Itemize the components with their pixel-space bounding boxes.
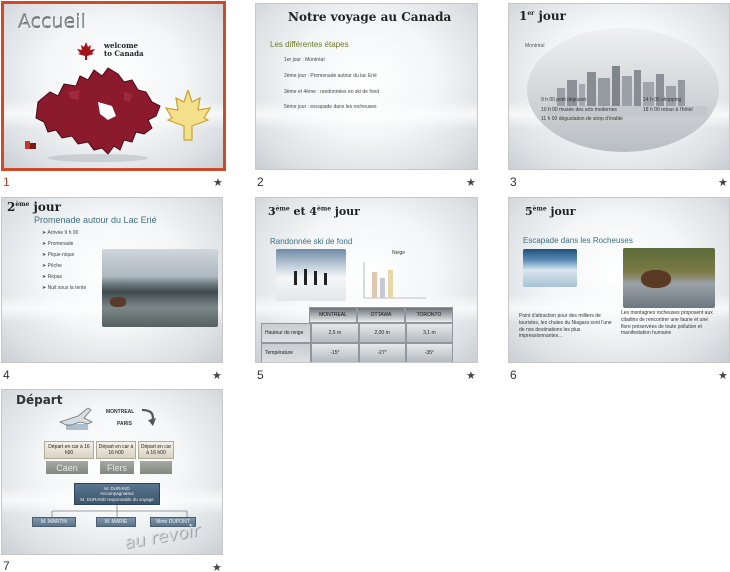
- snow-table: MONTREAL OTTAWA TORONTO Hauteur de neige…: [261, 307, 453, 362]
- slide-7-departure-box: Départ en car à 16 h00: [44, 441, 94, 459]
- bear-photo: [623, 248, 715, 308]
- canada-map-image: [35, 67, 161, 162]
- slide-2-title: Notre voyage au Canada: [288, 10, 452, 24]
- slide-thumbnail-7[interactable]: Départ MONTREAL PARIS Départ en car à 16…: [1, 389, 223, 555]
- table-row: Hauteur de neige 2,5 m 2,00 m 3,1 m: [261, 323, 453, 343]
- slide-7-route-from: MONTREAL: [106, 409, 135, 415]
- slide-2-bullet: 5ème jour : escapade dans les rocheuses: [284, 104, 377, 110]
- table-cell: 2,5 m: [311, 323, 359, 343]
- curved-arrow-icon: [141, 408, 156, 426]
- slide-7-route-to: PARIS: [117, 421, 132, 427]
- table-cell: Température: [261, 343, 312, 362]
- slide-3-title-rest: jour: [534, 9, 566, 23]
- slide-4-bullet: ➤ Repas: [42, 274, 63, 280]
- slide-sorter: Accueil welcome to Canada 1 ★ Notre voya…: [0, 0, 730, 572]
- slide-4-bullet: ➤ Pêche: [42, 263, 62, 269]
- slide-number-6: 6: [510, 368, 517, 382]
- table-header-cell: OTTAWA: [357, 307, 405, 323]
- slide-number-2: 2: [257, 175, 264, 189]
- slide-transition-star-icon[interactable]: ★: [718, 176, 728, 189]
- ski-photo: [276, 249, 346, 301]
- slide-7-manager-box: M. DURAND Accompagnateur M. DURAND respo…: [74, 483, 160, 505]
- slide-thumbnail-3[interactable]: 1er jour Montréal 9 h 00 petit déjeuner: [508, 3, 730, 170]
- lake-erie-photo: [102, 249, 218, 327]
- slide-thumbnail-4[interactable]: 2ème jour Promenade autour du Lac Erié ➤…: [1, 197, 223, 363]
- slide-3-schedule-item: 9 h 00 petit déjeuner: [541, 97, 587, 103]
- slide-4-bullet: ➤ Promenade: [42, 241, 74, 247]
- slide-7-departure-box: Départ en car à 16 h00: [138, 441, 174, 459]
- slide-transition-star-icon[interactable]: ★: [466, 176, 476, 189]
- niagara-falls-photo: [523, 249, 577, 287]
- montreal-skyline-image: [527, 28, 719, 152]
- slide-transition-star-icon[interactable]: ★: [466, 369, 476, 382]
- flag-icon: [25, 141, 36, 149]
- slide-4-bullet: ➤ Nuit sous la tente: [42, 285, 87, 291]
- slide-2-subtitle: Les différentes étapes: [270, 40, 349, 49]
- slide-1-title: Accueil: [18, 11, 86, 33]
- slide-5-title: 3ème et 4ème jour: [268, 205, 360, 218]
- slide-1-welcome: welcome to Canada: [104, 41, 144, 58]
- slide-4-bullet: ➤ Pique-nique: [42, 252, 75, 258]
- maple-leaf-icon: [77, 42, 95, 60]
- slide-2-bullet: 3ème et 4ème : randonnées en ski de fond: [284, 89, 380, 95]
- table-header-cell: MONTREAL: [309, 307, 357, 323]
- slide-4-subtitle: Promenade autour du Lac Erié: [34, 215, 157, 225]
- slide-7-city: Flers: [100, 461, 134, 474]
- slide-number-7: 7: [3, 559, 10, 572]
- slide-2-bullet: 1er jour : Montréal: [284, 57, 325, 63]
- slide-thumbnail-5[interactable]: 3ème et 4ème jour Randonnée ski de fond …: [255, 197, 478, 363]
- slide-4-title: 2ème jour: [7, 200, 61, 214]
- slide-7-staff-box: M. MARTIN: [32, 517, 76, 527]
- table-row: Température -15° -27° -35°: [261, 343, 453, 362]
- slide-7-staff-box: M. MARIE: [96, 517, 136, 527]
- slide-4-title-sup: ème: [15, 201, 30, 208]
- slide-transition-star-icon[interactable]: ★: [213, 176, 223, 189]
- table-cell: 2,00 m: [358, 323, 406, 343]
- table-header-cell: TORONTO: [405, 307, 453, 323]
- slide-number-4: 4: [3, 368, 10, 382]
- slide-thumbnail-2[interactable]: Notre voyage au Canada Les différentes é…: [255, 3, 478, 170]
- slide-5-subtitle: Randonnée ski de fond: [270, 237, 353, 246]
- table-cell: -35°: [405, 343, 453, 362]
- table-cell: -15°: [311, 343, 359, 362]
- table-cell: Hauteur de neige: [261, 323, 312, 343]
- airplane-icon: [58, 407, 93, 430]
- yellow-maple-leaf-icon: [164, 90, 212, 141]
- slide-3-title: 1er jour: [519, 9, 566, 23]
- slide-4-bullet: ➤ Arrivée 9 h 00: [42, 230, 79, 236]
- slide-transition-star-icon[interactable]: ★: [212, 561, 222, 572]
- slide-7-city: Caen: [46, 461, 88, 474]
- slide-4-title-rest: jour: [29, 200, 61, 214]
- slide-7-departure-box: Départ en car à 16 h00: [96, 441, 136, 459]
- slide-transition-star-icon[interactable]: ★: [212, 369, 222, 382]
- table-cell: 3,1 m: [405, 323, 453, 343]
- table-cell: -27°: [358, 343, 406, 362]
- slide-5-chart-title: Neige: [392, 250, 406, 256]
- slide-3-schedule-item: 18 h 00 retour à l'hôtel: [643, 107, 693, 113]
- slide-transition-star-icon[interactable]: ★: [718, 369, 728, 382]
- slide-thumbnail-1[interactable]: Accueil welcome to Canada: [1, 1, 226, 171]
- table-header-row: MONTREAL OTTAWA TORONTO: [261, 307, 453, 323]
- slide-3-caption: Montréal: [525, 43, 545, 49]
- slide-thumbnail-6[interactable]: 5ème jour Escapade dans les Rocheuses Po…: [508, 197, 730, 363]
- slide-3-schedule-item: 14 h 00 shopping: [643, 97, 682, 103]
- slide-6-text-right: Les montagnes rocheuses proposent aux ci…: [621, 310, 713, 337]
- slide-6-subtitle: Escapade dans les Rocheuses: [523, 236, 633, 245]
- slide-2-bullet: 2ème jour : Promenade autour du lac Erié: [284, 73, 377, 79]
- slide-6-title: 5ème jour: [525, 205, 576, 218]
- slide-7-city: [140, 461, 172, 474]
- snow-chart-image: [363, 262, 426, 299]
- slide-7-title: Départ: [16, 393, 63, 407]
- slide-3-schedule-item: 11 h 00 dégustation de sirop d'érable: [541, 116, 623, 122]
- slide-number-1: 1: [3, 175, 10, 189]
- slide-6-text-left: Point d'attraction pour des milliers de …: [519, 313, 612, 340]
- slide-number-3: 3: [510, 175, 517, 189]
- slide-3-schedule-item: 10 h 00 musée des arts modernes: [541, 107, 617, 113]
- slide-number-5: 5: [257, 368, 264, 382]
